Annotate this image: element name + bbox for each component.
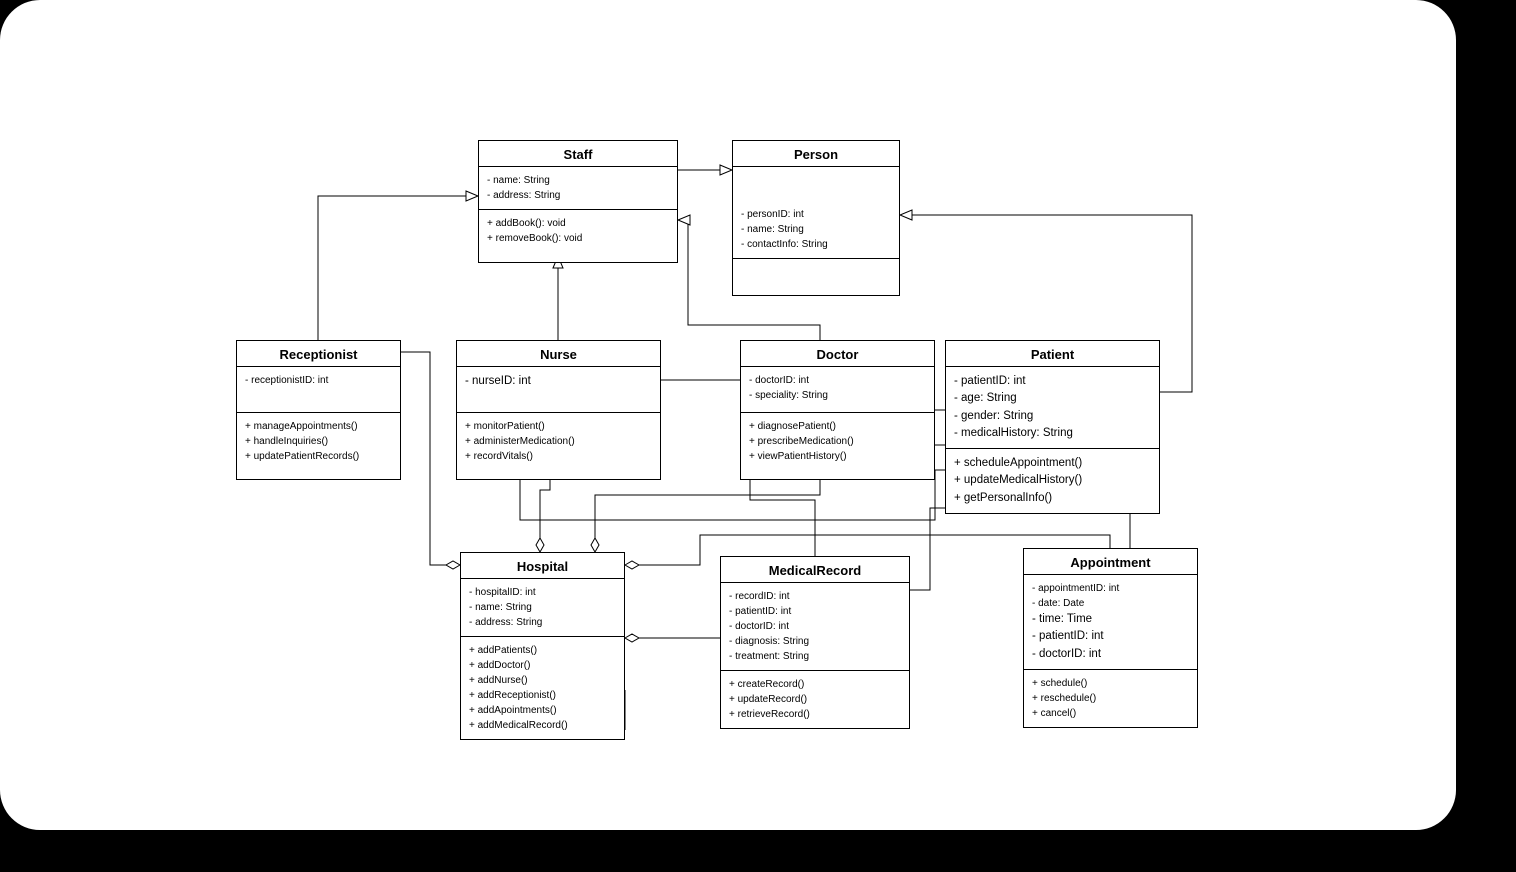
class-attributes: - recordID: int- patientID: int- doctorI…: [721, 583, 909, 671]
class-attributes: - appointmentID: int- date: Date- time: …: [1024, 575, 1197, 670]
class-title: Person: [733, 141, 899, 167]
class-attributes: - patientID: int- age: String- gender: S…: [946, 367, 1159, 449]
class-person[interactable]: Person- personID: int- name: String- con…: [732, 140, 900, 296]
class-staff[interactable]: Staff- name: String- address: String+ ad…: [478, 140, 678, 263]
class-title: MedicalRecord: [721, 557, 909, 583]
class-nurse[interactable]: Nurse- nurseID: int+ monitorPatient()+ a…: [456, 340, 661, 480]
class-title: Patient: [946, 341, 1159, 367]
class-attributes: - receptionistID: int: [237, 367, 400, 413]
class-title: Appointment: [1024, 549, 1197, 575]
class-attributes: - personID: int- name: String- contactIn…: [733, 167, 899, 259]
class-attributes: - nurseID: int: [457, 367, 660, 413]
class-methods: + diagnosePatient()+ prescribeMedication…: [741, 413, 934, 479]
class-methods: + monitorPatient()+ administerMedication…: [457, 413, 660, 479]
class-methods: + createRecord()+ updateRecord()+ retrie…: [721, 671, 909, 728]
class-title: Staff: [479, 141, 677, 167]
class-methods: + schedule()+ reschedule()+ cancel(): [1024, 670, 1197, 727]
class-medicalrecord[interactable]: MedicalRecord- recordID: int- patientID:…: [720, 556, 910, 729]
class-attributes: - hospitalID: int- name: String- address…: [461, 579, 624, 637]
class-methods: + addBook(): void+ removeBook(): void: [479, 210, 677, 262]
class-methods: + scheduleAppointment()+ updateMedicalHi…: [946, 449, 1159, 513]
class-attributes: - doctorID: int- speciality: String: [741, 367, 934, 413]
class-receptionist[interactable]: Receptionist- receptionistID: int+ manag…: [236, 340, 401, 480]
class-title: Receptionist: [237, 341, 400, 367]
class-hospital[interactable]: Hospital- hospitalID: int- name: String-…: [460, 552, 625, 740]
diagram-canvas: Staff- name: String- address: String+ ad…: [0, 0, 1456, 830]
class-appointment[interactable]: Appointment- appointmentID: int- date: D…: [1023, 548, 1198, 728]
class-patient[interactable]: Patient- patientID: int- age: String- ge…: [945, 340, 1160, 514]
class-title: Hospital: [461, 553, 624, 579]
class-doctor[interactable]: Doctor- doctorID: int- speciality: Strin…: [740, 340, 935, 480]
class-methods: + manageAppointments()+ handleInquiries(…: [237, 413, 400, 479]
class-title: Doctor: [741, 341, 934, 367]
class-methods: + addPatients()+ addDoctor()+ addNurse()…: [461, 637, 624, 739]
class-methods: [733, 259, 899, 295]
class-attributes: - name: String- address: String: [479, 167, 677, 210]
class-title: Nurse: [457, 341, 660, 367]
